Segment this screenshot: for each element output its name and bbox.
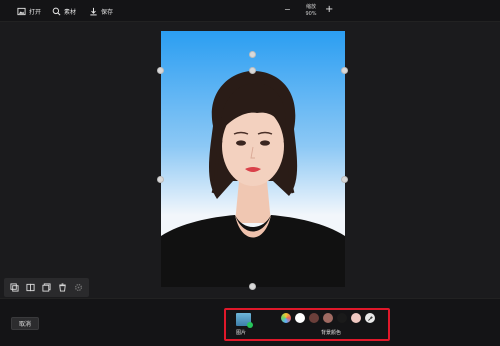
copy-button[interactable]	[9, 282, 20, 293]
zoom-in-button[interactable]: +	[325, 4, 333, 15]
download-icon	[90, 7, 97, 15]
palette-swatch[interactable]	[281, 313, 291, 323]
layer-toolbox	[4, 278, 89, 297]
resize-handle-top-left[interactable]	[157, 67, 164, 74]
color-swatch[interactable]	[323, 313, 333, 323]
material-button[interactable]: 素材	[52, 4, 76, 18]
background-swatches	[281, 312, 375, 324]
flip-icon	[26, 283, 35, 292]
resize-handle-top[interactable]	[249, 67, 256, 74]
cancel-button[interactable]: 取消	[11, 317, 39, 330]
background-color-label: 背景颜色	[321, 330, 342, 336]
open-button[interactable]: 打开	[17, 4, 41, 18]
material-label: 素材	[64, 8, 77, 16]
settings-button[interactable]	[73, 282, 84, 293]
color-swatch[interactable]	[295, 313, 305, 323]
color-swatch[interactable]	[351, 313, 361, 323]
background-panel: 图片 背景颜色	[224, 308, 390, 341]
layer-button[interactable]	[41, 282, 52, 293]
image-open-icon	[17, 7, 26, 15]
color-swatch[interactable]	[337, 313, 347, 323]
zoom-readout: 缩放 90%	[299, 4, 323, 18]
zoom-value: 90%	[305, 11, 317, 17]
bottom-panel: 取消 图片 背景颜色	[0, 298, 500, 346]
image-label: 图片	[236, 330, 247, 336]
resize-handle-right[interactable]	[341, 176, 348, 183]
layers-icon	[42, 283, 51, 292]
resize-handle-bottom[interactable]	[249, 283, 256, 290]
image-background-button[interactable]: 图片	[236, 313, 254, 339]
zoom-out-button[interactable]: −	[284, 5, 291, 14]
flip-button[interactable]	[25, 282, 36, 293]
zoom-label-text: 缩放	[305, 4, 316, 10]
trash-icon	[59, 283, 66, 292]
open-label: 打开	[29, 8, 42, 16]
image-add-icon	[236, 313, 253, 328]
eyedropper-icon	[367, 315, 373, 321]
gear-icon	[74, 283, 83, 292]
top-toolbar: 打开 素材 保存 − 缩放 90% +	[0, 0, 500, 22]
resize-handle-left[interactable]	[157, 176, 164, 183]
save-label: 保存	[101, 8, 114, 16]
magnifier-icon	[52, 7, 61, 15]
rotate-handle[interactable]	[249, 51, 256, 58]
copy-icon	[10, 283, 19, 292]
color-swatch[interactable]	[309, 313, 319, 323]
resize-handle-top-right[interactable]	[341, 67, 348, 74]
delete-button[interactable]	[57, 282, 68, 293]
zoom-control: − 缩放 90% +	[284, 2, 336, 20]
eyedropper-button[interactable]	[365, 313, 375, 323]
save-button[interactable]: 保存	[89, 4, 113, 18]
